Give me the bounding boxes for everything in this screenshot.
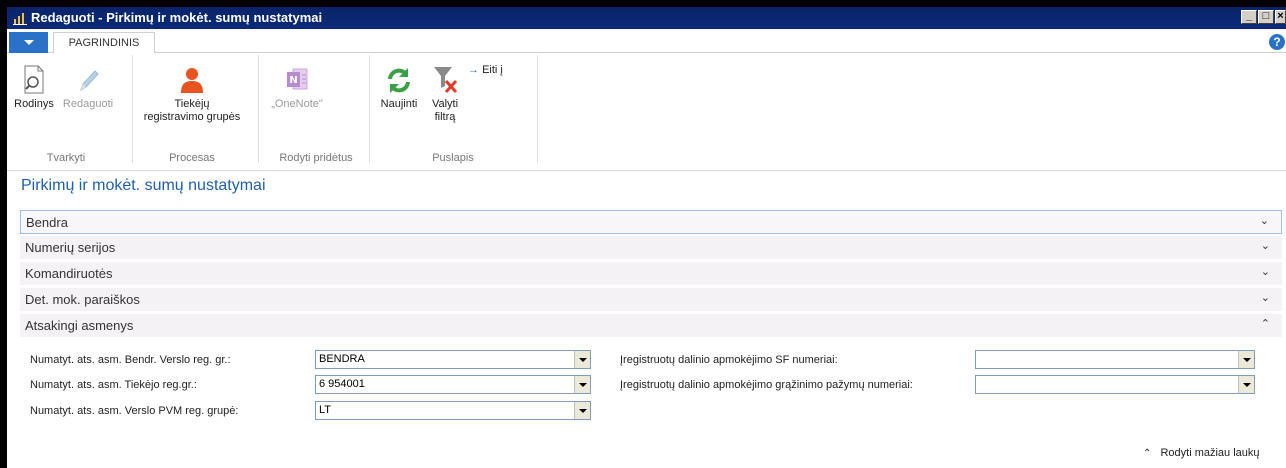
app-icon [13,13,27,25]
dropdown-arrow-icon[interactable] [574,376,590,393]
onenote-button[interactable]: N „OneNote" [262,65,332,111]
ribbon-separator [369,55,370,163]
clear-filter-label-line2: filtrą [434,111,456,123]
refresh-label: Naujinti [380,98,418,110]
field-label-general-bus-posting-group: Numatyt. ats. asm. Bendr. Verslo reg. gr… [30,354,231,366]
field-label-posted-prepayment-credit-memo-nos: Įregistruotų dalinio apmokėjimo grąžinim… [620,379,913,391]
vendor-posting-groups-button[interactable]: Tiekėjų registravimo grupės [137,65,247,124]
group-label-manage: Tvarkyti [46,152,86,164]
fasttab-number-series[interactable]: Numerių serijos ⌄ [20,236,1282,260]
minimize-button[interactable]: _ [1241,10,1257,24]
field-value: BENDRA [319,353,365,365]
window: Redaguoti - Pirkimų ir mokėt. sumų nusta… [7,7,1286,468]
person-icon [181,68,203,93]
chevron-up-icon: ⌃ [1143,448,1152,459]
dropdown-arrow-icon[interactable] [574,351,590,368]
group-label-page: Puslapis [432,152,474,164]
ribbon-tab-row: PAGRINDINIS ? [7,29,1286,54]
fasttab-business-trips[interactable]: Komandiruotės ⌄ [20,262,1282,286]
clear-filter-label-line1: Valyti [431,98,459,110]
chevron-down-icon: ⌄ [1260,292,1270,304]
ribbon-separator [537,55,538,163]
edit-label: Redaguoti [62,98,114,110]
refresh-icon [388,68,410,93]
chevron-down-icon: ⌄ [1260,266,1270,278]
fasttab-label: Komandiruotės [25,266,113,281]
show-fewer-fields-label: Rodyti mažiau laukų [1160,447,1260,459]
fasttab-label: Numerių serijos [25,240,116,255]
field-label-posted-prepayment-invoice-nos: Įregistruotų dalinio apmokėjimo SF numer… [620,354,838,366]
fasttab-payment-requests[interactable]: Det. mok. paraiškos ⌄ [20,288,1282,312]
clear-filter-button[interactable]: Valyti filtrą [425,65,465,124]
vendor-posting-group-field[interactable]: 6 954001 [315,375,591,394]
edit-button[interactable]: Redaguoti [59,65,117,111]
field-value: 6 954001 [319,378,365,390]
field-label-vendor-posting-group: Numatyt. ats. asm. Tiekėjo reg.gr.: [30,379,197,391]
chevron-up-icon: ⌃ [1260,318,1270,330]
onenote-label: „OneNote" [271,98,323,110]
view-label: Rodinys [14,98,54,110]
fasttab-responsible-persons[interactable]: Atsakingi asmenys ⌃ [20,314,1282,338]
ribbon: Rodinys Redaguoti Tvarkyti Tiekėjų regis… [7,53,1286,171]
vendor-label-line2: registravimo grupės [143,111,241,123]
dropdown-arrow-icon[interactable] [1238,351,1254,368]
vendor-label-line1: Tiekėjų [174,98,210,110]
posted-prepayment-invoice-nos-field[interactable] [975,350,1255,369]
title-bar: Redaguoti - Pirkimų ir mokėt. sumų nusta… [7,7,1286,29]
help-icon[interactable]: ? [1269,34,1285,50]
tab-home[interactable]: PAGRINDINIS [53,32,155,54]
ribbon-separator [258,55,259,163]
close-button[interactable]: × [1275,10,1286,24]
general-bus-posting-group-field[interactable]: BENDRA [315,350,591,369]
application-menu-button[interactable] [9,32,48,53]
goto-label: Eiti į [482,64,503,76]
window-title: Redaguoti - Pirkimų ir mokėt. sumų nusta… [31,10,323,25]
posted-prepayment-credit-memo-nos-field[interactable] [975,375,1255,394]
dropdown-arrow-icon[interactable] [574,402,590,419]
show-fewer-fields-link[interactable]: ⌃ Rodyti mažiau laukų [1143,447,1260,459]
group-label-process: Procesas [169,152,215,164]
goto-button[interactable]: → Eiti į [468,64,528,76]
fasttab-label: Atsakingi asmenys [25,318,134,333]
fasttab-label: Bendra [26,215,68,230]
chevron-down-icon: ⌄ [1260,240,1270,252]
pencil-icon [80,70,99,92]
dropdown-arrow-icon [24,40,34,45]
arrow-right-icon: → [468,64,479,76]
onenote-icon: N [287,68,308,90]
refresh-button[interactable]: Naujinti [375,65,423,111]
maximize-button[interactable]: □ [1258,10,1274,24]
page-title: Pirkimų ir mokėt. sumų nustatymai [21,177,266,194]
fasttab-general[interactable]: Bendra ⌄ [20,210,1282,234]
svg-text:N: N [289,75,297,86]
view-button[interactable]: Rodinys [14,65,54,111]
ribbon-separator [132,55,133,163]
chevron-down-icon: ⌄ [1259,215,1269,227]
vat-bus-posting-group-field[interactable]: LT [315,401,591,420]
filter-clear-icon [434,67,458,94]
field-value: LT [319,404,332,416]
dropdown-arrow-icon[interactable] [1238,376,1254,393]
field-label-vat-bus-posting-group: Numatyt. ats. asm. Verslo PVM reg. grupė… [30,405,239,417]
group-label-show-attached: Rodyti pridėtus [279,152,353,164]
page-magnifier-icon [24,65,44,94]
fasttab-label: Det. mok. paraiškos [25,292,140,307]
